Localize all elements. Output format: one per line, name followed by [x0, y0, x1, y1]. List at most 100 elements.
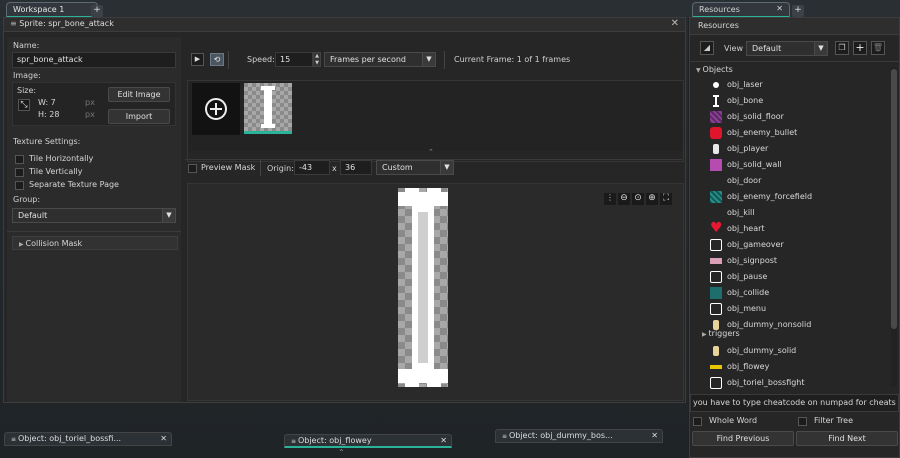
resource-item[interactable]: obj_menu: [710, 301, 886, 317]
object-tab-toriel-bossfight[interactable]: ≡ Object: obj_toriel_bossfi... ✕: [4, 432, 172, 446]
resource-item[interactable]: obj_flowey: [710, 359, 886, 375]
frame-icon: [710, 377, 722, 389]
sprite-title-bar[interactable]: ≡ Sprite: spr_bone_attack ✕: [4, 18, 685, 32]
triggers-folder[interactable]: ▶ triggers: [702, 329, 740, 343]
resources-header: Resources: [690, 18, 899, 35]
chevron-down-icon: ▼: [422, 53, 435, 66]
close-icon[interactable]: ✕: [776, 4, 783, 13]
separate-texture-page-checkbox[interactable]: [15, 181, 24, 190]
chevron-up-icon[interactable]: ⌃: [428, 148, 434, 156]
chevron-down-icon: ▼: [440, 161, 453, 174]
object-tab-dummy-bossfight[interactable]: ≡ Object: obj_dummy_bos... ✕: [495, 429, 663, 443]
close-icon[interactable]: ✕: [671, 18, 679, 29]
resource-item[interactable]: obj_laser: [710, 77, 886, 93]
sprite-properties-panel: Name: spr_bone_attack Image: Size: ⤡ W: …: [7, 37, 181, 402]
view-value: Default: [752, 44, 782, 53]
speed-unit-dropdown[interactable]: Frames per second ▼: [324, 52, 436, 67]
view-dropdown[interactable]: Default ▼: [746, 41, 828, 56]
folder-label: Objects: [702, 65, 733, 74]
chevron-up-icon[interactable]: ⌃: [338, 448, 345, 457]
loop-icon[interactable]: ⟲: [210, 53, 224, 66]
object-tab-flowey[interactable]: ≡ Object: obj_flowey ✕: [284, 434, 452, 448]
resource-item[interactable]: obj_kill: [710, 205, 886, 221]
search-input[interactable]: you have to type cheatcode on numpad for…: [690, 394, 899, 412]
copy-icon[interactable]: ❐: [835, 41, 849, 55]
tile-vertically-label: Tile Vertically: [29, 167, 83, 176]
resource-item[interactable]: obj_solid_wall: [710, 157, 886, 173]
origin-mode-value: Custom: [382, 163, 413, 172]
origin-separator: x: [332, 164, 337, 173]
resource-item[interactable]: obj_solid_floor: [710, 109, 886, 125]
zoom-in-icon[interactable]: ⊕: [646, 193, 658, 205]
import-button[interactable]: Import: [108, 109, 170, 124]
origin-x-input[interactable]: -43: [294, 160, 330, 175]
zoom-toolbar: ⋮ ⊖ ⊙ ⊕ ⛶: [604, 193, 672, 205]
origin-y-input[interactable]: 36: [340, 160, 372, 175]
height-value: H: 28: [38, 110, 60, 119]
close-icon[interactable]: ✕: [651, 431, 658, 440]
frame-thumbnail[interactable]: [244, 83, 292, 131]
purple-pattern-icon: [710, 111, 722, 123]
resource-item[interactable]: obj_pause: [710, 269, 886, 285]
collision-mask-section[interactable]: ▶ Collision Mask: [12, 236, 178, 250]
teal-square-icon: [710, 287, 722, 299]
resource-item[interactable]: obj_dummy_solid: [710, 343, 886, 359]
resources-tab[interactable]: Resources ✕: [692, 2, 790, 18]
resource-item[interactable]: obj_toriel_bossfight: [710, 375, 886, 391]
name-label: Name:: [13, 41, 40, 50]
magenta-square-icon: [710, 159, 722, 171]
tile-horizontally-checkbox[interactable]: [15, 155, 24, 164]
add-frame-button[interactable]: [192, 83, 240, 135]
resource-item[interactable]: obj_enemy_bullet: [710, 125, 886, 141]
scrollbar-thumb[interactable]: [891, 69, 897, 329]
dot-icon: [710, 79, 722, 91]
resource-item[interactable]: ♥ obj_heart: [710, 220, 886, 237]
frame-selected-indicator: [244, 131, 292, 134]
add-workspace-button[interactable]: +: [91, 5, 103, 17]
resource-item-label: obj_menu: [727, 304, 767, 313]
current-frame-label: Current Frame: 1 of 1 frames: [454, 55, 571, 64]
resize-icon[interactable]: ⤡: [18, 99, 30, 111]
resource-item[interactable]: obj_enemy_forcefield: [710, 189, 886, 205]
add-tab-button[interactable]: +: [792, 5, 804, 17]
view-label: View: [724, 44, 743, 53]
resource-item[interactable]: obj_gameover: [710, 237, 886, 253]
speed-input[interactable]: 15: [275, 52, 313, 67]
grid-icon[interactable]: ⋮: [604, 193, 616, 205]
add-resource-icon[interactable]: +: [853, 41, 867, 55]
divider: [690, 61, 899, 62]
find-next-button[interactable]: Find Next: [796, 431, 898, 446]
resource-item[interactable]: obj_collide: [710, 285, 886, 301]
zoom-reset-icon[interactable]: ⊙: [632, 193, 644, 205]
folder-label: triggers: [708, 329, 740, 338]
play-icon[interactable]: ▶: [191, 53, 204, 66]
fit-screen-icon[interactable]: ⛶: [660, 193, 672, 205]
name-input[interactable]: spr_bone_attack: [12, 52, 176, 68]
filter-tree-checkbox[interactable]: [798, 417, 807, 426]
scrollbar[interactable]: [891, 67, 897, 387]
close-icon[interactable]: ✕: [160, 434, 167, 443]
texture-settings-label: Texture Settings:: [13, 137, 81, 146]
workspace-tab[interactable]: Workspace 1: [6, 2, 98, 18]
speed-stepper[interactable]: ▲ ▼: [313, 52, 321, 67]
resource-item-label: obj_toriel_bossfight: [727, 378, 805, 387]
find-previous-button[interactable]: Find Previous: [692, 431, 794, 446]
sprite-canvas[interactable]: ⋮ ⊖ ⊙ ⊕ ⛶: [187, 183, 684, 401]
resources-tab-bar: Resources ✕ +: [688, 0, 900, 18]
resource-item[interactable]: obj_player: [710, 141, 886, 157]
origin-mode-dropdown[interactable]: Custom ▼: [376, 160, 454, 175]
whole-word-checkbox[interactable]: [693, 417, 702, 426]
zoom-out-icon[interactable]: ⊖: [618, 193, 630, 205]
resource-item[interactable]: obj_bone: [710, 93, 886, 109]
close-icon[interactable]: ✕: [440, 436, 447, 445]
trash-icon[interactable]: 🗑: [871, 41, 885, 55]
preview-mask-checkbox[interactable]: [188, 164, 197, 173]
menu-icon[interactable]: ≡: [10, 19, 19, 28]
group-dropdown[interactable]: Default ▼: [12, 208, 176, 223]
resource-item[interactable]: obj_signpost: [710, 253, 886, 269]
edit-image-button[interactable]: Edit Image: [108, 87, 170, 102]
collapse-all-icon[interactable]: ◢: [700, 41, 714, 55]
tile-vertically-checkbox[interactable]: [15, 168, 24, 177]
width-value: W: 7: [38, 98, 56, 107]
resource-item[interactable]: obj_door: [710, 173, 886, 189]
